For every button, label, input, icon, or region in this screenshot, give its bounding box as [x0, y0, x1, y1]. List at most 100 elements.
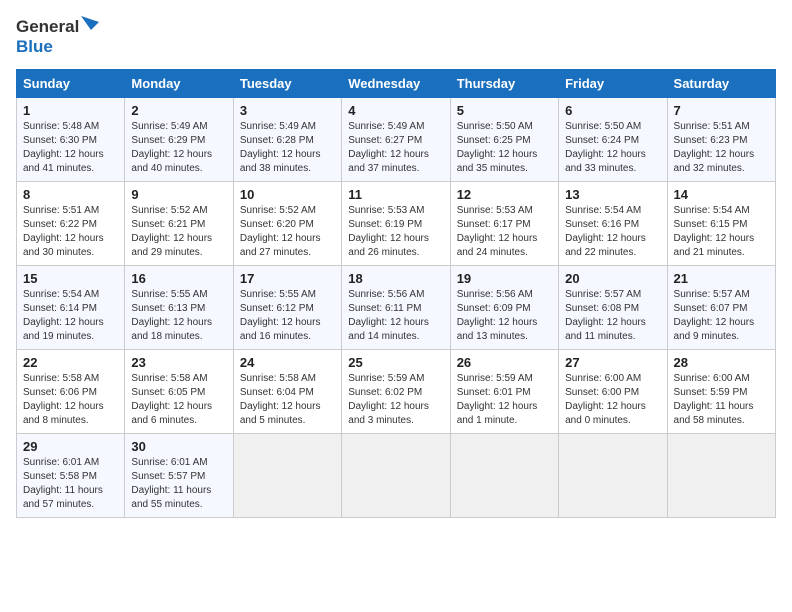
calendar-day-22: 22 Sunrise: 5:58 AM Sunset: 6:06 PM Dayli…	[17, 349, 125, 433]
calendar-week-3: 15 Sunrise: 5:54 AM Sunset: 6:14 PM Dayli…	[17, 265, 776, 349]
calendar-week-5: 29 Sunrise: 6:01 AM Sunset: 5:58 PM Dayli…	[17, 433, 776, 517]
col-header-thursday: Thursday	[450, 69, 558, 97]
day-info: Sunrise: 5:49 AM Sunset: 6:27 PM Dayligh…	[348, 120, 443, 176]
calendar-day-9: 9Sunrise: 5:52 AM Sunset: 6:21 PM Daylig…	[125, 181, 233, 265]
empty-cell	[667, 433, 775, 517]
day-number: 15	[23, 271, 118, 286]
day-number: 24	[240, 355, 335, 370]
day-number: 16	[131, 271, 226, 286]
day-number: 7	[674, 103, 769, 118]
day-info: Sunrise: 5:53 AM Sunset: 6:19 PM Dayligh…	[348, 204, 443, 260]
day-info: Sunrise: 5:55 AM Sunset: 6:12 PM Dayligh…	[240, 288, 335, 344]
day-info: Sunrise: 5:50 AM Sunset: 6:25 PM Dayligh…	[457, 120, 552, 176]
day-info: Sunrise: 5:51 AM Sunset: 6:22 PM Dayligh…	[23, 204, 118, 260]
day-number: 27	[565, 355, 660, 370]
calendar-day-26: 26Sunrise: 5:59 AM Sunset: 6:01 PM Dayli…	[450, 349, 558, 433]
day-info: Sunrise: 5:52 AM Sunset: 6:20 PM Dayligh…	[240, 204, 335, 260]
calendar-day-5: 5 Sunrise: 5:50 AM Sunset: 6:25 PM Daylig…	[450, 97, 558, 181]
calendar-day-15: 15 Sunrise: 5:54 AM Sunset: 6:14 PM Dayli…	[17, 265, 125, 349]
calendar-day-28: 28 Sunrise: 6:00 AM Sunset: 5:59 PM Dayli…	[667, 349, 775, 433]
calendar-day-19: 19 Sunrise: 5:56 AM Sunset: 6:09 PM Dayli…	[450, 265, 558, 349]
day-info: Sunrise: 5:53 AM Sunset: 6:17 PM Dayligh…	[457, 204, 552, 260]
calendar-week-2: 8Sunrise: 5:51 AM Sunset: 6:22 PM Daylig…	[17, 181, 776, 265]
calendar-day-6: 6 Sunrise: 5:50 AM Sunset: 6:24 PM Daylig…	[559, 97, 667, 181]
day-info: Sunrise: 5:59 AM Sunset: 6:01 PM Dayligh…	[457, 372, 552, 428]
day-number: 18	[348, 271, 443, 286]
calendar-day-27: 27 Sunrise: 6:00 AM Sunset: 6:00 PM Dayli…	[559, 349, 667, 433]
day-info: Sunrise: 5:57 AM Sunset: 6:08 PM Dayligh…	[565, 288, 660, 344]
day-number: 19	[457, 271, 552, 286]
day-number: 13	[565, 187, 660, 202]
logo: General Blue	[16, 16, 99, 57]
day-info: Sunrise: 5:49 AM Sunset: 6:28 PM Dayligh…	[240, 120, 335, 176]
calendar-day-11: 11 Sunrise: 5:53 AM Sunset: 6:19 PM Dayli…	[342, 181, 450, 265]
day-info: Sunrise: 6:01 AM Sunset: 5:58 PM Dayligh…	[23, 456, 118, 512]
day-number: 11	[348, 187, 443, 202]
day-info: Sunrise: 5:55 AM Sunset: 6:13 PM Dayligh…	[131, 288, 226, 344]
calendar-day-16: 16 Sunrise: 5:55 AM Sunset: 6:13 PM Dayli…	[125, 265, 233, 349]
day-number: 12	[457, 187, 552, 202]
day-info: Sunrise: 5:52 AM Sunset: 6:21 PM Dayligh…	[131, 204, 226, 260]
empty-cell	[342, 433, 450, 517]
day-number: 22	[23, 355, 118, 370]
calendar-day-17: 17 Sunrise: 5:55 AM Sunset: 6:12 PM Dayli…	[233, 265, 341, 349]
empty-cell	[450, 433, 558, 517]
day-info: Sunrise: 5:58 AM Sunset: 6:05 PM Dayligh…	[131, 372, 226, 428]
calendar-day-18: 18 Sunrise: 5:56 AM Sunset: 6:11 PM Dayli…	[342, 265, 450, 349]
day-number: 6	[565, 103, 660, 118]
day-number: 10	[240, 187, 335, 202]
calendar-day-23: 23 Sunrise: 5:58 AM Sunset: 6:05 PM Dayli…	[125, 349, 233, 433]
calendar-day-10: 10 Sunrise: 5:52 AM Sunset: 6:20 PM Dayli…	[233, 181, 341, 265]
day-info: Sunrise: 6:00 AM Sunset: 6:00 PM Dayligh…	[565, 372, 660, 428]
day-info: Sunrise: 5:58 AM Sunset: 6:06 PM Dayligh…	[23, 372, 118, 428]
day-info: Sunrise: 5:49 AM Sunset: 6:29 PM Dayligh…	[131, 120, 226, 176]
day-number: 30	[131, 439, 226, 454]
day-info: Sunrise: 5:54 AM Sunset: 6:16 PM Dayligh…	[565, 204, 660, 260]
calendar-day-12: 12 Sunrise: 5:53 AM Sunset: 6:17 PM Dayli…	[450, 181, 558, 265]
calendar-day-7: 7 Sunrise: 5:51 AM Sunset: 6:23 PM Daylig…	[667, 97, 775, 181]
day-number: 17	[240, 271, 335, 286]
empty-cell	[233, 433, 341, 517]
col-header-monday: Monday	[125, 69, 233, 97]
col-header-sunday: Sunday	[17, 69, 125, 97]
calendar-day-29: 29 Sunrise: 6:01 AM Sunset: 5:58 PM Dayli…	[17, 433, 125, 517]
calendar-day-13: 13 Sunrise: 5:54 AM Sunset: 6:16 PM Dayli…	[559, 181, 667, 265]
calendar-day-25: 25 Sunrise: 5:59 AM Sunset: 6:02 PM Dayli…	[342, 349, 450, 433]
calendar-day-4: 4 Sunrise: 5:49 AM Sunset: 6:27 PM Daylig…	[342, 97, 450, 181]
col-header-saturday: Saturday	[667, 69, 775, 97]
logo-bird-icon	[81, 16, 99, 38]
calendar-week-1: 1 Sunrise: 5:48 AM Sunset: 6:30 PM Daylig…	[17, 97, 776, 181]
day-number: 23	[131, 355, 226, 370]
day-info: Sunrise: 5:54 AM Sunset: 6:14 PM Dayligh…	[23, 288, 118, 344]
logo-general: General	[16, 18, 79, 37]
day-info: Sunrise: 5:50 AM Sunset: 6:24 PM Dayligh…	[565, 120, 660, 176]
day-number: 5	[457, 103, 552, 118]
day-info: Sunrise: 5:54 AM Sunset: 6:15 PM Dayligh…	[674, 204, 769, 260]
day-info: Sunrise: 5:57 AM Sunset: 6:07 PM Dayligh…	[674, 288, 769, 344]
calendar-week-4: 22 Sunrise: 5:58 AM Sunset: 6:06 PM Dayli…	[17, 349, 776, 433]
calendar-day-2: 2 Sunrise: 5:49 AM Sunset: 6:29 PM Daylig…	[125, 97, 233, 181]
day-number: 1	[23, 103, 118, 118]
logo-container: General Blue	[16, 16, 99, 57]
day-number: 28	[674, 355, 769, 370]
day-info: Sunrise: 5:59 AM Sunset: 6:02 PM Dayligh…	[348, 372, 443, 428]
day-info: Sunrise: 5:48 AM Sunset: 6:30 PM Dayligh…	[23, 120, 118, 176]
day-number: 3	[240, 103, 335, 118]
page-header: General Blue	[16, 16, 776, 57]
day-number: 2	[131, 103, 226, 118]
day-number: 21	[674, 271, 769, 286]
col-header-tuesday: Tuesday	[233, 69, 341, 97]
col-header-friday: Friday	[559, 69, 667, 97]
day-number: 29	[23, 439, 118, 454]
day-info: Sunrise: 5:51 AM Sunset: 6:23 PM Dayligh…	[674, 120, 769, 176]
day-number: 4	[348, 103, 443, 118]
calendar-day-8: 8Sunrise: 5:51 AM Sunset: 6:22 PM Daylig…	[17, 181, 125, 265]
day-info: Sunrise: 5:56 AM Sunset: 6:09 PM Dayligh…	[457, 288, 552, 344]
calendar-day-30: 30Sunrise: 6:01 AM Sunset: 5:57 PM Dayli…	[125, 433, 233, 517]
day-info: Sunrise: 5:56 AM Sunset: 6:11 PM Dayligh…	[348, 288, 443, 344]
day-info: Sunrise: 6:00 AM Sunset: 5:59 PM Dayligh…	[674, 372, 769, 428]
empty-cell	[559, 433, 667, 517]
calendar-day-21: 21 Sunrise: 5:57 AM Sunset: 6:07 PM Dayli…	[667, 265, 775, 349]
col-header-wednesday: Wednesday	[342, 69, 450, 97]
day-number: 25	[348, 355, 443, 370]
